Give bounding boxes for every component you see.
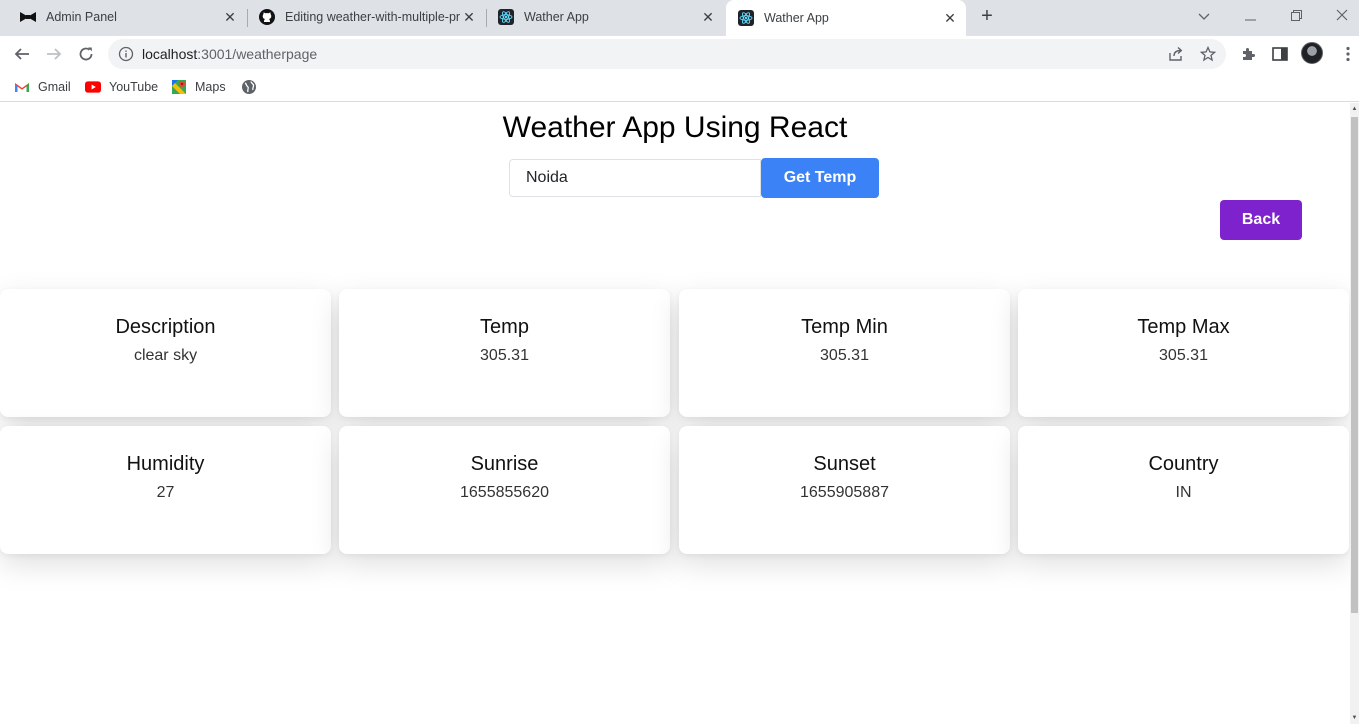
card-description: Description clear sky [0, 289, 331, 417]
city-search-input[interactable] [509, 159, 761, 197]
card-value: 1655855620 [460, 484, 549, 501]
get-temp-button[interactable]: Get Temp [761, 158, 879, 198]
card-sunrise: Sunrise 1655855620 [339, 426, 670, 554]
card-temp: Temp 305.31 [339, 289, 670, 417]
card-label: Temp [480, 316, 529, 338]
card-label: Sunset [813, 453, 876, 475]
card-temp-max: Temp Max 305.31 [1018, 289, 1349, 417]
page-scrollbar[interactable]: ▲ ▼ [1350, 103, 1359, 724]
close-icon[interactable]: ✕ [222, 9, 238, 25]
bookmark-label: YouTube [109, 80, 159, 94]
browser-toolbar: localhost:3001/weatherpage [0, 36, 1359, 72]
card-value: 305.31 [820, 347, 869, 364]
card-value: IN [1175, 484, 1192, 501]
bookmarks-bar: Gmail YouTube Maps [0, 72, 1359, 102]
new-tab-button[interactable]: + [976, 6, 998, 28]
card-label: Description [115, 316, 216, 338]
card-label: Temp Max [1137, 316, 1230, 338]
github-icon [259, 9, 275, 25]
tab-wather-app[interactable]: Wather App ✕ [486, 0, 724, 34]
close-icon[interactable]: ✕ [700, 9, 716, 25]
card-value: clear sky [133, 347, 198, 364]
address-bar[interactable]: localhost:3001/weatherpage [108, 39, 1226, 69]
card-label: Temp Min [801, 316, 888, 338]
minimize-icon[interactable] [1238, 4, 1262, 28]
card-sunset: Sunset 1655905887 [679, 426, 1010, 554]
tab-title: Wather App [524, 10, 589, 24]
restore-icon[interactable] [1284, 4, 1308, 28]
url-text: localhost:3001/weatherpage [142, 46, 317, 62]
card-label: Country [1148, 453, 1219, 475]
tab-title: Admin Panel [46, 10, 117, 24]
bookmark-label: Maps [195, 80, 226, 94]
search-form: Get Temp [509, 158, 879, 198]
kebab-menu-icon[interactable] [1336, 42, 1359, 66]
bookmark-youtube[interactable]: YouTube [85, 77, 158, 97]
close-icon[interactable]: ✕ [461, 9, 477, 25]
back-arrow-icon[interactable] [8, 40, 36, 68]
side-panel-icon[interactable] [1268, 42, 1292, 66]
gmail-icon [14, 79, 30, 95]
bookmark-globe[interactable] [241, 77, 265, 97]
bookmark-label: Gmail [38, 80, 71, 94]
bookmark-maps[interactable]: Maps [171, 77, 226, 97]
scroll-down-icon[interactable]: ▼ [1351, 714, 1358, 722]
card-label: Humidity [126, 453, 205, 475]
card-humidity: Humidity 27 [0, 426, 331, 554]
tab-editing-weather[interactable]: Editing weather-with-multiple-pr ✕ [247, 0, 485, 34]
page-title: Weather App Using React [502, 111, 848, 144]
bookmark-gmail[interactable]: Gmail [14, 77, 71, 97]
card-temp-min: Temp Min 305.31 [679, 289, 1010, 417]
card-value: 305.31 [480, 347, 529, 364]
close-window-icon[interactable] [1330, 4, 1354, 28]
youtube-icon [85, 79, 101, 95]
card-label: Sunrise [470, 453, 539, 475]
react-icon [738, 10, 754, 26]
tab-search-icon[interactable] [1192, 4, 1216, 28]
globe-icon [241, 79, 257, 95]
tab-admin-panel[interactable]: Admin Panel ✕ [8, 0, 246, 34]
scrollbar-thumb[interactable] [1351, 117, 1358, 613]
react-icon [498, 9, 514, 25]
card-value: 27 [156, 484, 175, 501]
reload-icon[interactable] [72, 40, 100, 68]
card-value: 305.31 [1159, 347, 1208, 364]
back-button[interactable]: Back [1220, 200, 1302, 240]
tab-strip: Admin Panel ✕ Editing weather-with-multi… [0, 0, 1359, 36]
profile-avatar[interactable] [1301, 42, 1323, 64]
url-host: localhost [142, 46, 198, 62]
extensions-icon[interactable] [1236, 42, 1260, 66]
maps-icon [171, 79, 187, 95]
url-path: :3001/weatherpage [197, 46, 318, 62]
bowtie-icon [20, 9, 36, 25]
star-icon[interactable] [1198, 44, 1218, 64]
share-icon[interactable] [1166, 44, 1186, 64]
tab-title: Editing weather-with-multiple-pr [285, 10, 461, 24]
scroll-up-icon[interactable]: ▲ [1351, 105, 1358, 113]
forward-arrow-icon[interactable] [40, 40, 68, 68]
page-viewport: Weather App Using React Get Temp Back De… [0, 103, 1359, 724]
tab-wather-app-active[interactable]: Wather App ✕ [726, 0, 966, 36]
tab-title: Wather App [764, 11, 829, 25]
close-icon[interactable]: ✕ [942, 10, 958, 26]
card-value: 1655905887 [800, 484, 889, 501]
info-icon[interactable] [118, 46, 134, 62]
card-country: Country IN [1018, 426, 1349, 554]
